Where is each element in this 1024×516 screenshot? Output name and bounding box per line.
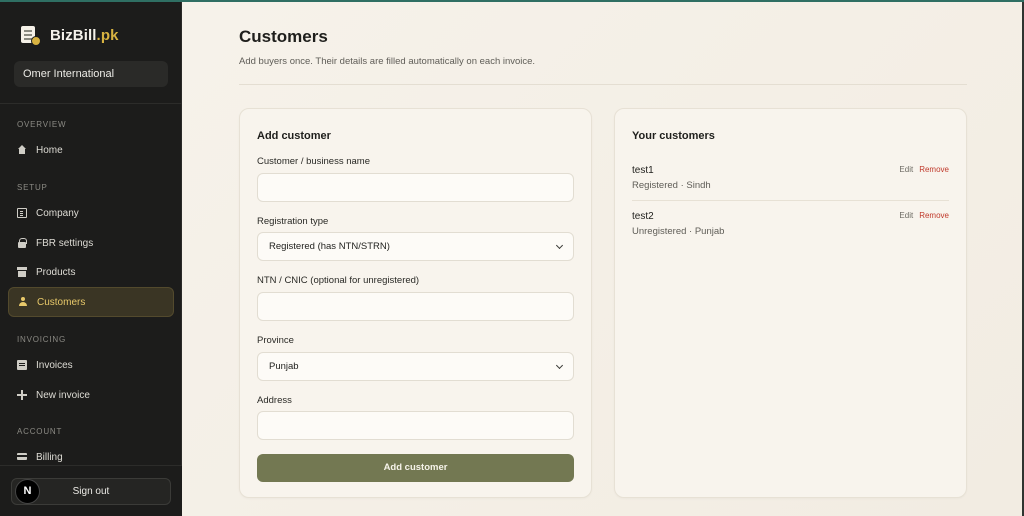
lock-icon — [17, 238, 27, 248]
add-customer-button[interactable]: Add customer — [257, 454, 574, 482]
page-title: Customers — [239, 27, 328, 46]
your-customers-title: Your customers — [632, 130, 715, 142]
list-item: test2 Unregistered · Punjab Edit Remove — [632, 211, 949, 257]
avatar[interactable]: N — [15, 479, 40, 504]
edit-customer-button[interactable]: Edit — [899, 211, 913, 220]
chevron-down-icon — [555, 241, 564, 249]
sidebar-divider — [0, 103, 182, 104]
list-item: test1 Registered · Sindh Edit Remove — [632, 165, 949, 211]
sidebar-item-label: Home — [36, 144, 63, 156]
sidebar-item-label: Company — [36, 207, 79, 219]
sidebar-item-fbr-settings[interactable]: FBR settings — [8, 229, 174, 257]
customers-list-card: Your customers test1 Registered · Sindh … — [614, 108, 967, 498]
sidebar-item-label: Billing — [36, 451, 63, 463]
nav-section-invoicing: INVOICING — [17, 335, 66, 344]
registration-type-label: Registration type — [257, 216, 329, 227]
page-subtitle: Add buyers once. Their details are fille… — [239, 56, 536, 67]
sidebar-item-invoices[interactable]: Invoices — [8, 351, 174, 379]
ntn-cnic-label: NTN / CNIC (optional for unregistered) — [257, 275, 420, 286]
card-icon — [17, 452, 27, 462]
add-customer-title: Add customer — [257, 130, 331, 142]
address-label: Address — [257, 395, 292, 406]
registration-type-value: Registered (has NTN/STRN) — [269, 241, 390, 252]
province-value: Punjab — [269, 361, 299, 372]
customer-name-label: Customer / business name — [257, 156, 370, 167]
bizbill-logo-icon — [20, 24, 41, 46]
nav-section-overview: OVERVIEW — [17, 120, 67, 129]
invoice-icon — [17, 360, 27, 370]
home-icon — [17, 145, 27, 155]
customer-actions: Edit Remove — [899, 165, 949, 174]
sidebar-item-company[interactable]: Company — [8, 199, 174, 227]
registration-type-select[interactable]: Registered (has NTN/STRN) — [257, 232, 574, 261]
province-label: Province — [257, 335, 294, 346]
ntn-cnic-input[interactable] — [257, 292, 574, 321]
nav-section-setup: SETUP — [17, 183, 48, 192]
address-input[interactable] — [257, 411, 574, 440]
customer-meta: Registered · Sindh — [632, 180, 711, 191]
app-shell: BizBill.pk Omer International OVERVIEW H… — [0, 2, 1024, 516]
sidebar-item-label: Products — [36, 266, 76, 278]
customer-meta: Unregistered · Punjab — [632, 226, 725, 237]
header-divider — [239, 84, 967, 85]
province-select[interactable]: Punjab — [257, 352, 574, 381]
customer-name: test1 — [632, 165, 654, 176]
edit-customer-button[interactable]: Edit — [899, 165, 913, 174]
company-selector[interactable]: Omer International — [14, 61, 168, 87]
box-icon — [17, 267, 27, 277]
brand[interactable]: BizBill.pk — [20, 24, 119, 46]
sidebar-item-label: New invoice — [36, 389, 90, 401]
customer-actions: Edit Remove — [899, 211, 949, 220]
add-customer-card: Add customer Customer / business name Re… — [239, 108, 592, 498]
sidebar-item-home[interactable]: Home — [8, 136, 174, 164]
row-divider — [632, 200, 949, 201]
sidebar-item-label: Customers — [37, 296, 86, 308]
plus-icon — [17, 390, 27, 400]
remove-customer-button[interactable]: Remove — [919, 165, 949, 174]
sidebar: BizBill.pk Omer International OVERVIEW H… — [0, 2, 182, 516]
building-icon — [17, 208, 27, 218]
nav-section-account: ACCOUNT — [17, 427, 63, 436]
sidebar-item-label: Invoices — [36, 359, 73, 371]
main-content: Customers Add buyers once. Their details… — [182, 2, 1024, 516]
customer-name-input[interactable] — [257, 173, 574, 202]
brand-name: BizBill.pk — [50, 26, 119, 44]
sidebar-footer: Sign out N — [0, 465, 182, 516]
customer-name: test2 — [632, 211, 654, 222]
sidebar-item-customers[interactable]: Customers — [8, 287, 174, 317]
sidebar-item-new-invoice[interactable]: New invoice — [8, 381, 174, 409]
sidebar-item-label: FBR settings — [36, 237, 94, 249]
remove-customer-button[interactable]: Remove — [919, 211, 949, 220]
sidebar-item-products[interactable]: Products — [8, 258, 174, 286]
chevron-down-icon — [555, 361, 564, 369]
user-icon — [18, 297, 28, 307]
